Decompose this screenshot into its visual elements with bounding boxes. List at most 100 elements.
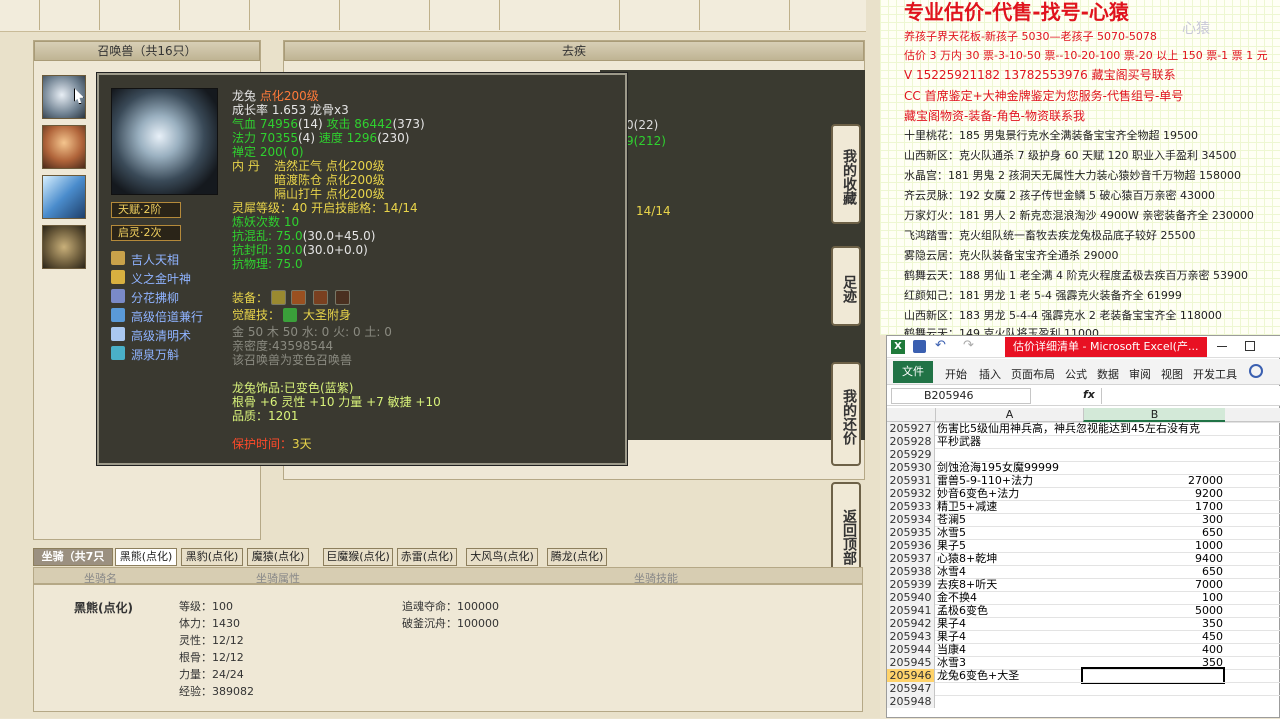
minimize-icon[interactable] <box>1217 346 1227 347</box>
cell-b[interactable]: 300 <box>1083 513 1223 526</box>
equip-icon[interactable] <box>291 290 306 305</box>
skill-item[interactable]: 义之金叶神 <box>111 269 211 286</box>
cell-a[interactable]: 冰雪5 <box>937 526 966 539</box>
cell-a[interactable]: 雷兽5-9-110+法力 <box>937 474 1033 487</box>
row-number[interactable]: 205945 <box>887 656 935 669</box>
sheet-row[interactable]: 205948 <box>887 695 1280 708</box>
sheet-row[interactable]: 205942 果子4 350 <box>887 617 1280 630</box>
tab-formulas[interactable]: 公式 <box>1065 366 1087 382</box>
redo-icon[interactable]: ↷ <box>963 338 974 353</box>
undo-icon[interactable]: ↶ <box>935 338 946 353</box>
sheet-row[interactable]: 205938 冰雪4 650 <box>887 565 1280 578</box>
cell-b[interactable]: 5000 <box>1083 604 1223 617</box>
sheet-row[interactable]: 205932 妙音6变色+法力 9200 <box>887 487 1280 500</box>
mount-tab[interactable]: 赤雷(点化) <box>397 548 457 566</box>
row-number[interactable]: 205948 <box>887 695 935 708</box>
tab-developer[interactable]: 开发工具 <box>1193 366 1237 382</box>
cell-a[interactable]: 果子4 <box>937 617 966 630</box>
cell-a[interactable]: 苍澜5 <box>937 513 966 526</box>
skill-item[interactable]: 源泉万斛 <box>111 345 211 362</box>
sheet-row[interactable]: 205930 剑蚀沧海195女魔99999 <box>887 461 1280 474</box>
row-number[interactable]: 205933 <box>887 500 935 513</box>
column-b-header[interactable]: B <box>1083 408 1225 422</box>
cell-b[interactable]: 9400 <box>1083 552 1223 565</box>
sheet-row[interactable]: 205928 平秒武器 <box>887 435 1280 448</box>
formula-input[interactable] <box>1101 388 1277 404</box>
row-number[interactable]: 205941 <box>887 604 935 617</box>
mount-tab[interactable]: 腾龙(点化) <box>547 548 607 566</box>
cell-a[interactable]: 去疾8+听天 <box>937 578 997 591</box>
tab-review[interactable]: 审阅 <box>1129 366 1151 382</box>
help-icon[interactable] <box>1249 364 1263 378</box>
cell-b[interactable]: 350 <box>1083 617 1223 630</box>
row-number[interactable]: 205927 <box>887 422 935 435</box>
row-number[interactable]: 205934 <box>887 513 935 526</box>
equip-icon[interactable] <box>335 290 350 305</box>
row-number[interactable]: 205943 <box>887 630 935 643</box>
cell-a[interactable]: 精卫5+减速 <box>937 500 997 513</box>
row-number[interactable]: 205940 <box>887 591 935 604</box>
sheet-row[interactable]: 205940 金不换4 100 <box>887 591 1280 604</box>
cell-b[interactable]: 650 <box>1083 565 1223 578</box>
sheet-row[interactable]: 205935 冰雪5 650 <box>887 526 1280 539</box>
row-number[interactable]: 205939 <box>887 578 935 591</box>
footprint-tab[interactable]: 足迹 <box>831 246 861 326</box>
cell-a[interactable]: 孟极6变色 <box>937 604 988 617</box>
cell-b[interactable]: 9200 <box>1083 487 1223 500</box>
save-icon[interactable] <box>913 340 926 353</box>
cell-b[interactable]: 400 <box>1083 643 1223 656</box>
cell-a[interactable]: 冰雪4 <box>937 565 966 578</box>
mount-tab[interactable]: 黑熊(点化) <box>115 548 177 566</box>
pet-thumbnail[interactable] <box>42 225 86 269</box>
my-counteroffer-tab[interactable]: 我的还价 <box>831 362 861 466</box>
skill-item[interactable]: 吉人天相 <box>111 250 211 267</box>
sheet-row[interactable]: 205944 当康4 400 <box>887 643 1280 656</box>
sheet-row[interactable]: 205941 孟极6变色 5000 <box>887 604 1280 617</box>
cell-a[interactable]: 妙音6变色+法力 <box>937 487 1019 500</box>
cell-a[interactable]: 平秒武器 <box>937 435 981 448</box>
skill-item[interactable]: 高级清明术 <box>111 326 211 343</box>
mount-tab[interactable]: 大风鸟(点化) <box>466 548 538 566</box>
my-favorites-tab[interactable]: 我的收藏 <box>831 124 861 224</box>
row-number[interactable]: 205930 <box>887 461 935 474</box>
row-number[interactable]: 205936 <box>887 539 935 552</box>
sheet-row[interactable]: 205931 雷兽5-9-110+法力 27000 <box>887 474 1280 487</box>
cell-b[interactable]: 1000 <box>1083 539 1223 552</box>
cell-b[interactable]: 650 <box>1083 526 1223 539</box>
row-number[interactable]: 205935 <box>887 526 935 539</box>
row-number[interactable]: 205928 <box>887 435 935 448</box>
row-number[interactable]: 205947 <box>887 682 935 695</box>
tab-data[interactable]: 数据 <box>1097 366 1119 382</box>
cell-a[interactable]: 果子5 <box>937 539 966 552</box>
tab-view[interactable]: 视图 <box>1161 366 1183 382</box>
cell-a[interactable]: 剑蚀沧海195女魔99999 <box>937 461 1059 474</box>
row-number[interactable]: 205932 <box>887 487 935 500</box>
mount-tab[interactable]: 魔猿(点化) <box>247 548 309 566</box>
cell-b[interactable]: 450 <box>1083 630 1223 643</box>
row-number[interactable]: 205937 <box>887 552 935 565</box>
cell-b[interactable]: 100 <box>1083 591 1223 604</box>
cell-a[interactable]: 果子4 <box>937 630 966 643</box>
maximize-icon[interactable] <box>1245 341 1255 351</box>
pet-thumbnail[interactable] <box>42 175 86 219</box>
cell-a[interactable]: 伤害比5级仙用神兵高，神兵忽视能达到45左右没有克 <box>937 422 1200 435</box>
row-number[interactable]: 205938 <box>887 565 935 578</box>
column-a-header[interactable]: A <box>935 408 1083 422</box>
cell-b[interactable] <box>1081 667 1225 684</box>
cell-b[interactable]: 7000 <box>1083 578 1223 591</box>
cell-b[interactable]: 1700 <box>1083 500 1223 513</box>
row-number[interactable]: 205946 <box>887 669 935 682</box>
row-number[interactable]: 205931 <box>887 474 935 487</box>
sheet-row[interactable]: 205945 冰雪3 350 <box>887 656 1280 669</box>
cell-b[interactable]: 350 <box>1083 656 1223 669</box>
cell-a[interactable]: 金不换4 <box>937 591 977 604</box>
tab-home[interactable]: 开始 <box>945 366 967 382</box>
tab-file[interactable]: 文件 <box>893 361 933 383</box>
cell-b[interactable]: 27000 <box>1083 474 1223 487</box>
row-number[interactable]: 205944 <box>887 643 935 656</box>
equip-icon[interactable] <box>271 290 286 305</box>
equip-icon[interactable] <box>313 290 328 305</box>
skill-item[interactable]: 高级倍道兼行 <box>111 307 211 324</box>
sheet-row[interactable]: 205939 去疾8+听天 7000 <box>887 578 1280 591</box>
cell-a[interactable]: 龙兔6变色+大圣 <box>937 669 1019 682</box>
